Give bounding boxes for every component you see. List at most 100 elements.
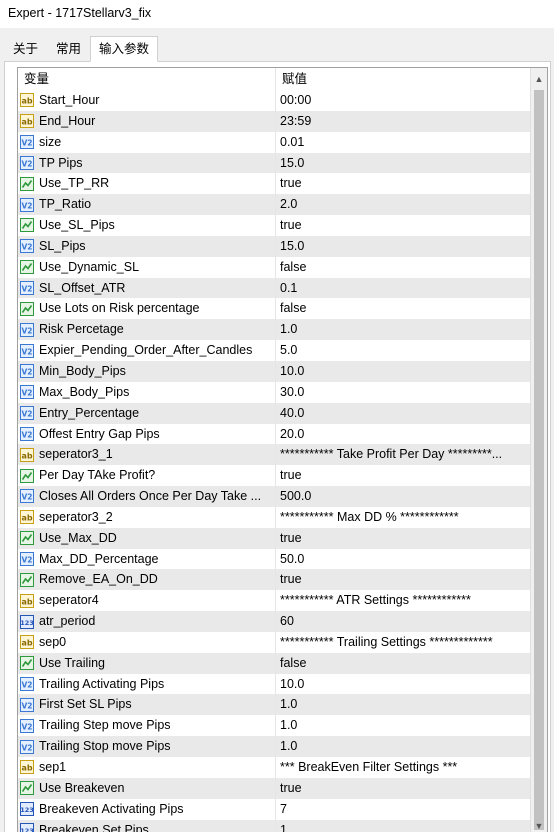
parameter-value[interactable]: *********** Max DD % ************ — [276, 507, 532, 528]
parameter-row[interactable]: Use Breakeven true — [18, 777, 547, 799]
double-type-icon: V2 — [20, 364, 34, 379]
column-header-variable[interactable]: 变量 — [18, 68, 276, 90]
parameter-value[interactable]: 2.0 — [276, 194, 532, 215]
tab-about[interactable]: 关于 — [4, 36, 47, 62]
parameter-row[interactable]: Use_Dynamic_SL false — [18, 256, 547, 278]
parameter-row[interactable]: Use_Max_DD true — [18, 527, 547, 549]
parameter-value[interactable]: 1.0 — [276, 319, 532, 340]
parameter-row[interactable]: V2 size 0.01 — [18, 131, 547, 153]
parameter-row[interactable]: Use_TP_RR true — [18, 173, 547, 195]
scroll-down-icon[interactable]: ▼ — [531, 817, 547, 832]
parameter-row[interactable]: Use Lots on Risk percentage false — [18, 298, 547, 320]
parameter-row[interactable]: 123 atr_period 60 — [18, 611, 547, 632]
parameter-row[interactable]: V2 TP Pips 15.0 — [18, 152, 547, 174]
parameter-name-cell: V2 TP Pips — [18, 152, 276, 174]
parameter-value[interactable]: 15.0 — [276, 236, 532, 257]
column-header-value[interactable]: 赋值 — [276, 68, 532, 90]
parameter-name: Use Trailing — [39, 655, 105, 670]
parameter-value[interactable]: false — [276, 298, 532, 319]
parameter-row[interactable]: V2 SL_Offset_ATR 0.1 — [18, 277, 547, 299]
parameter-value[interactable]: 5.0 — [276, 340, 532, 361]
parameter-name: End_Hour — [39, 113, 96, 128]
parameter-value[interactable]: true — [276, 778, 532, 799]
svg-text:V2: V2 — [21, 493, 32, 502]
parameter-value[interactable]: 50.0 — [276, 549, 532, 570]
parameter-value[interactable]: 23:59 — [276, 111, 532, 132]
parameter-row[interactable]: ab sep0 *********** Trailing Settings ****… — [18, 631, 547, 653]
parameter-value[interactable]: 1.0 — [276, 694, 532, 715]
parameter-name-cell: 123 atr_period — [18, 611, 276, 632]
parameter-name-cell: Use Trailing — [18, 652, 276, 674]
parameter-row[interactable]: V2 Expier_Pending_Order_After_Candles 5.0 — [18, 340, 547, 361]
parameter-row[interactable]: ab Start_Hour 00:00 — [18, 90, 547, 111]
parameter-row[interactable]: V2 Risk Percetage 1.0 — [18, 319, 547, 341]
parameter-value[interactable]: true — [276, 215, 532, 236]
parameter-value[interactable]: *********** ATR Settings ************ — [276, 590, 532, 611]
parameter-name-cell: V2 Offest Entry Gap Pips — [18, 423, 276, 445]
parameter-row[interactable]: Use Trailing false — [18, 652, 547, 674]
parameter-row[interactable]: V2 TP_Ratio 2.0 — [18, 194, 547, 216]
parameter-name: Remove_EA_On_DD — [39, 572, 158, 587]
parameter-row[interactable]: V2 Offest Entry Gap Pips 20.0 — [18, 423, 547, 445]
parameter-value[interactable]: 7 — [276, 799, 532, 820]
parameter-row[interactable]: V2 Max_DD_Percentage 50.0 — [18, 548, 547, 570]
parameter-row[interactable]: 123 Breakeven Activating Pips 7 — [18, 798, 547, 820]
bool-type-icon — [20, 218, 34, 233]
parameter-value[interactable]: 10.0 — [276, 361, 532, 382]
parameter-value[interactable]: true — [276, 569, 532, 590]
parameter-row[interactable]: V2 Closes All Orders Once Per Day Take ..… — [18, 486, 547, 507]
parameter-value[interactable]: true — [276, 528, 532, 549]
parameter-value[interactable]: 20.0 — [276, 424, 532, 445]
parameter-row[interactable]: ab seperator4 *********** ATR Settings ***… — [18, 590, 547, 612]
svg-text:V2: V2 — [21, 368, 32, 377]
parameter-value[interactable]: true — [276, 173, 532, 194]
parameter-value[interactable]: 10.0 — [276, 674, 532, 695]
parameter-row[interactable]: V2 Trailing Activating Pips 10.0 — [18, 673, 547, 695]
scroll-up-icon[interactable]: ▲ — [531, 70, 547, 87]
parameter-row[interactable]: ab sep1 *** BreakEven Filter Settings *** — [18, 757, 547, 778]
parameter-row[interactable]: ab End_Hour 23:59 — [18, 110, 547, 132]
parameter-name: Max_DD_Percentage — [39, 551, 159, 566]
parameter-row[interactable]: V2 SL_Pips 15.0 — [18, 235, 547, 257]
parameter-row[interactable]: Remove_EA_On_DD true — [18, 569, 547, 591]
parameter-name: Start_Hour — [39, 93, 100, 107]
parameter-value[interactable]: 30.0 — [276, 382, 532, 403]
parameter-value[interactable]: 1 — [276, 820, 532, 832]
parameter-value[interactable]: 40.0 — [276, 403, 532, 424]
parameter-value[interactable]: 1.0 — [276, 736, 532, 757]
parameter-value[interactable]: 500.0 — [276, 486, 532, 507]
scrollbar-thumb[interactable] — [534, 90, 544, 830]
svg-text:ab: ab — [21, 118, 32, 127]
parameter-value[interactable]: false — [276, 653, 532, 674]
parameter-row[interactable]: V2 Trailing Step move Pips 1.0 — [18, 715, 547, 737]
parameter-row[interactable]: Per Day TAke Profit? true — [18, 465, 547, 487]
parameter-name: atr_period — [39, 614, 96, 629]
parameter-value[interactable]: *********** Trailing Settings **********… — [276, 632, 532, 653]
parameter-row[interactable]: 123 Breakeven Set Pips 1 — [18, 819, 547, 832]
parameter-name-cell: Remove_EA_On_DD — [18, 569, 276, 591]
parameter-value[interactable]: *********** Take Profit Per Day ********… — [276, 444, 532, 465]
parameter-value[interactable]: 00:00 — [276, 90, 532, 111]
parameter-value[interactable]: false — [276, 257, 532, 278]
parameter-value[interactable]: 15.0 — [276, 153, 532, 174]
parameter-name-cell: V2 Trailing Step move Pips — [18, 715, 276, 737]
vertical-scrollbar[interactable]: ▲ ▼ — [530, 68, 547, 832]
parameter-name-cell: Use_SL_Pips — [18, 215, 276, 236]
parameter-row[interactable]: V2 Entry_Percentage 40.0 — [18, 402, 547, 424]
parameter-row[interactable]: ab seperator3_1 *********** Take Profit Pe… — [18, 444, 547, 466]
parameter-value[interactable]: *** BreakEven Filter Settings *** — [276, 757, 532, 778]
parameter-value[interactable]: 0.01 — [276, 132, 532, 153]
parameter-row[interactable]: V2 Trailing Stop move Pips 1.0 — [18, 736, 547, 757]
parameter-value[interactable]: 0.1 — [276, 278, 532, 299]
parameter-value[interactable]: 1.0 — [276, 715, 532, 736]
parameter-row[interactable]: V2 First Set SL Pips 1.0 — [18, 694, 547, 716]
parameter-name-cell: Per Day TAke Profit? — [18, 465, 276, 487]
parameter-row[interactable]: ab seperator3_2 *********** Max DD % *****… — [18, 506, 547, 528]
parameter-row[interactable]: V2 Min_Body_Pips 10.0 — [18, 360, 547, 382]
parameter-value[interactable]: true — [276, 465, 532, 486]
parameter-value[interactable]: 60 — [276, 611, 532, 632]
parameter-row[interactable]: Use_SL_Pips true — [18, 215, 547, 236]
tab-common[interactable]: 常用 — [47, 36, 90, 62]
parameter-row[interactable]: V2 Max_Body_Pips 30.0 — [18, 381, 547, 403]
tab-inputs[interactable]: 输入参数 — [90, 36, 159, 62]
